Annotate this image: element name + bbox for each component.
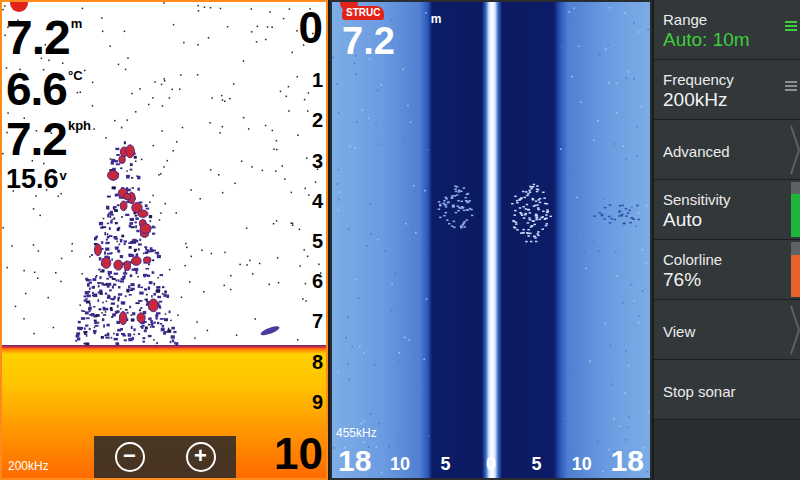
menu-item-label: Frequency	[663, 71, 784, 89]
structure-badge: STRUC	[342, 6, 384, 20]
depth-readout-value: 7.2	[6, 14, 70, 62]
frequency-text: 200kHz	[8, 459, 49, 473]
range-tick: 10	[377, 455, 422, 476]
temperature-readout: 6.6°C	[6, 66, 91, 112]
readouts: 7.2m6.6°C7.2kph15.6v	[6, 14, 91, 193]
menu-item-label: Range	[663, 11, 784, 29]
depth-tick: 4	[312, 191, 323, 211]
menu-filler	[654, 420, 800, 480]
slider-fill	[791, 255, 800, 297]
sonar-panel[interactable]: 7.2m6.6°C7.2kph15.6v 012345678910 200kHz…	[0, 0, 328, 480]
menu-item[interactable]: View	[654, 300, 800, 360]
slider-track[interactable]	[791, 242, 800, 297]
speed-readout-unit: kph	[68, 116, 91, 132]
temperature-readout-unit: °C	[68, 66, 83, 82]
structure-unit: m	[431, 10, 442, 60]
chevron-icon	[790, 304, 800, 356]
menu-item[interactable]: SensitivityAuto	[654, 180, 800, 240]
range-tick: 18	[332, 446, 377, 476]
side-range-scale: 18105051018	[332, 446, 650, 476]
menu-item[interactable]: Advanced	[654, 120, 800, 180]
frequency-label: 200kHz	[8, 457, 49, 475]
frequency-label: 455kHz	[336, 424, 377, 442]
depth-tick: 5	[312, 231, 323, 251]
zoom-in-button[interactable]: +	[186, 442, 216, 472]
chevron-icon	[790, 124, 800, 176]
structure-panel[interactable]: STRUC7.2m 455kHz 18105051018	[330, 0, 652, 480]
menu-item-label: View	[663, 323, 784, 341]
list-icon	[785, 20, 797, 32]
list-icon	[785, 80, 797, 92]
menu-item-value: Auto: 10m	[663, 29, 784, 52]
temperature-readout-value: 6.6	[6, 66, 67, 112]
range-tick: 5	[514, 455, 559, 476]
range-tick: 10	[559, 455, 604, 476]
zoom-controls: −+	[94, 436, 236, 478]
menu-item[interactable]: Frequency200kHz	[654, 60, 800, 120]
voltage-readout: 15.6v	[6, 166, 91, 193]
frequency-text: 455kHz	[336, 426, 377, 440]
depth-tick: 3	[312, 151, 323, 171]
range-tick: 5	[423, 455, 468, 476]
structure-depth-block: STRUC 7.2	[342, 6, 395, 60]
depth-tick: 1	[312, 70, 323, 90]
zoom-out-button[interactable]: −	[115, 442, 145, 472]
menu-item[interactable]: RangeAuto: 10m	[654, 0, 800, 60]
fish-echo-layer	[332, 2, 650, 478]
menu-item-value: 200kHz	[663, 89, 784, 112]
range-tick: 18	[605, 446, 650, 476]
menu-item[interactable]: Colorline76%	[654, 240, 800, 300]
structure-header: STRUC 7.2 m	[342, 6, 442, 60]
depth-tick: 6	[312, 271, 323, 291]
depth-scale: 0 1 2 3 4 5 6 7 8 9 10	[274, 6, 323, 476]
range-tick: 0	[468, 455, 513, 476]
sonar-menu: RangeAuto: 10mFrequency200kHzAdvancedSen…	[654, 0, 800, 480]
menu-item-label: Sensitivity	[663, 191, 784, 209]
depth-tick: 9	[312, 392, 323, 412]
depth-tick: 2	[312, 110, 323, 130]
depth-tick: 10	[274, 432, 323, 476]
slider-track[interactable]	[791, 182, 800, 237]
depth-readout-unit: m	[71, 14, 83, 30]
speed-readout: 7.2kph	[6, 116, 91, 162]
depth-tick: 0	[299, 6, 323, 50]
depth-tick: 8	[312, 352, 323, 372]
menu-item-value: 76%	[663, 269, 784, 292]
depth-tick: 7	[312, 311, 323, 331]
menu-item[interactable]: Stop sonar	[654, 360, 800, 420]
structure-depth: 7.2	[342, 22, 395, 60]
menu-item-label: Colorline	[663, 251, 784, 269]
menu-item-label: Stop sonar	[663, 383, 784, 401]
menu-item-label: Advanced	[663, 143, 784, 161]
menu-item-value: Auto	[663, 209, 784, 232]
voltage-readout-unit: v	[60, 166, 67, 182]
speed-readout-value: 7.2	[6, 116, 67, 162]
slider-fill	[791, 194, 800, 237]
voltage-readout-value: 15.6	[6, 166, 59, 193]
depth-readout: 7.2m	[6, 14, 91, 62]
